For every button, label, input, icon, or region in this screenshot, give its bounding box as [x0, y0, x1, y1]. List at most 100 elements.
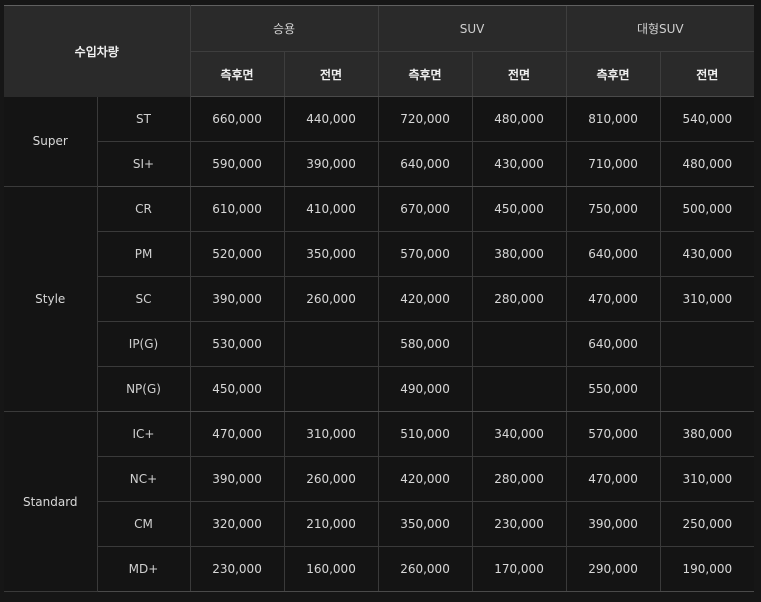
- header-group-sedan: 승용: [189, 5, 379, 52]
- price-cell: 390,000: [189, 276, 285, 322]
- table-row: MD+ 230,000 160,000 260,000 170,000 290,…: [4, 546, 755, 592]
- film-type-cell: SI+: [96, 141, 191, 187]
- film-type-cell: NC+: [96, 456, 191, 502]
- film-type-cell: ST: [96, 96, 191, 142]
- category-cell: Standard: [4, 411, 97, 592]
- price-cell: 500,000: [659, 186, 755, 232]
- price-cell: 670,000: [377, 186, 473, 232]
- header-sub-side-rear: 측후면: [565, 51, 661, 97]
- price-cell: [471, 321, 567, 367]
- price-cell: 710,000: [565, 141, 661, 187]
- header-sub-side-rear: 측후면: [189, 51, 285, 97]
- film-type-cell: IC+: [96, 411, 191, 457]
- price-cell: 260,000: [377, 546, 473, 592]
- header-sub-front: 전면: [659, 51, 755, 97]
- film-type-cell: CM: [96, 501, 191, 547]
- table-row: Style CR 610,000 410,000 670,000 450,000…: [4, 186, 755, 412]
- price-cell: 480,000: [471, 96, 567, 142]
- price-cell: 390,000: [565, 501, 661, 547]
- table-row: SI+ 590,000 390,000 640,000 430,000 710,…: [4, 141, 755, 187]
- price-cell: 530,000: [189, 321, 285, 367]
- price-cell: 450,000: [189, 366, 285, 412]
- price-cell: 390,000: [283, 141, 379, 187]
- table-row: NP(G) 450,000 490,000 550,000: [4, 366, 755, 412]
- price-cell: 420,000: [377, 276, 473, 322]
- price-cell: 260,000: [283, 456, 379, 502]
- table-row: IP(G) 530,000 580,000 640,000: [4, 321, 755, 367]
- film-type-cell: PM: [96, 231, 191, 277]
- film-type-cell: SC: [96, 276, 191, 322]
- price-cell: 250,000: [659, 501, 755, 547]
- price-cell: 590,000: [189, 141, 285, 187]
- price-cell: 310,000: [659, 456, 755, 502]
- table-row: SC 390,000 260,000 420,000 280,000 470,0…: [4, 276, 755, 322]
- table-row: PM 520,000 350,000 570,000 380,000 640,0…: [4, 231, 755, 277]
- price-cell: [283, 321, 379, 367]
- price-cell: 640,000: [565, 321, 661, 367]
- price-cell: 260,000: [283, 276, 379, 322]
- price-cell: 320,000: [189, 501, 285, 547]
- film-type-cell: IP(G): [96, 321, 191, 367]
- price-cell: 340,000: [471, 411, 567, 457]
- price-cell: 750,000: [565, 186, 661, 232]
- price-cell: 720,000: [377, 96, 473, 142]
- header-corner: 수입차량: [4, 5, 191, 97]
- header-sub-front: 전면: [283, 51, 379, 97]
- price-cell: 610,000: [189, 186, 285, 232]
- price-cell: 430,000: [471, 141, 567, 187]
- table-row: NC+ 390,000 260,000 420,000 280,000 470,…: [4, 456, 755, 502]
- price-cell: 280,000: [471, 276, 567, 322]
- category-cell: Style: [4, 186, 97, 412]
- price-cell: 310,000: [283, 411, 379, 457]
- price-cell: 170,000: [471, 546, 567, 592]
- price-table-container: 수입차량 승용 SUV 대형SUV 측후면 전면 측후면 전면 측후면 전면 S…: [4, 5, 755, 592]
- price-cell: 540,000: [659, 96, 755, 142]
- price-cell: 660,000: [189, 96, 285, 142]
- price-table: 수입차량 승용 SUV 대형SUV 측후면 전면 측후면 전면 측후면 전면 S…: [4, 5, 755, 592]
- price-cell: 390,000: [189, 456, 285, 502]
- price-cell: 210,000: [283, 501, 379, 547]
- price-cell: 380,000: [659, 411, 755, 457]
- price-cell: 470,000: [565, 276, 661, 322]
- film-type-cell: MD+: [96, 546, 191, 592]
- price-cell: 550,000: [565, 366, 661, 412]
- price-cell: 190,000: [659, 546, 755, 592]
- price-cell: 520,000: [189, 231, 285, 277]
- table-row: Standard IC+ 470,000 310,000 510,000 340…: [4, 411, 755, 592]
- price-cell: 230,000: [471, 501, 567, 547]
- price-cell: 490,000: [377, 366, 473, 412]
- film-type-cell: NP(G): [96, 366, 191, 412]
- price-cell: 510,000: [377, 411, 473, 457]
- header-sub-front: 전면: [471, 51, 567, 97]
- price-cell: 160,000: [283, 546, 379, 592]
- table-row: CM 320,000 210,000 350,000 230,000 390,0…: [4, 501, 755, 547]
- price-cell: 230,000: [189, 546, 285, 592]
- price-cell: [283, 366, 379, 412]
- price-cell: 420,000: [377, 456, 473, 502]
- price-cell: 350,000: [283, 231, 379, 277]
- table-row: Super ST 660,000 440,000 720,000 480,000…: [4, 96, 755, 187]
- price-cell: 310,000: [659, 276, 755, 322]
- price-cell: 350,000: [377, 501, 473, 547]
- table-body: Super ST 660,000 440,000 720,000 480,000…: [4, 96, 755, 592]
- price-cell: 470,000: [565, 456, 661, 502]
- film-type-cell: CR: [96, 186, 191, 232]
- price-cell: 450,000: [471, 186, 567, 232]
- price-cell: 430,000: [659, 231, 755, 277]
- price-cell: 480,000: [659, 141, 755, 187]
- price-cell: 810,000: [565, 96, 661, 142]
- price-cell: 570,000: [565, 411, 661, 457]
- header-group-large-suv: 대형SUV: [565, 5, 755, 52]
- price-cell: 290,000: [565, 546, 661, 592]
- category-cell: Super: [4, 96, 97, 187]
- price-cell: 640,000: [565, 231, 661, 277]
- price-cell: 470,000: [189, 411, 285, 457]
- table-header: 수입차량 승용 SUV 대형SUV 측후면 전면 측후면 전면 측후면 전면: [4, 5, 755, 97]
- price-cell: [659, 321, 755, 367]
- header-sub-side-rear: 측후면: [377, 51, 473, 97]
- price-cell: [659, 366, 755, 412]
- price-cell: 580,000: [377, 321, 473, 367]
- price-cell: 280,000: [471, 456, 567, 502]
- price-cell: [471, 366, 567, 412]
- price-cell: 640,000: [377, 141, 473, 187]
